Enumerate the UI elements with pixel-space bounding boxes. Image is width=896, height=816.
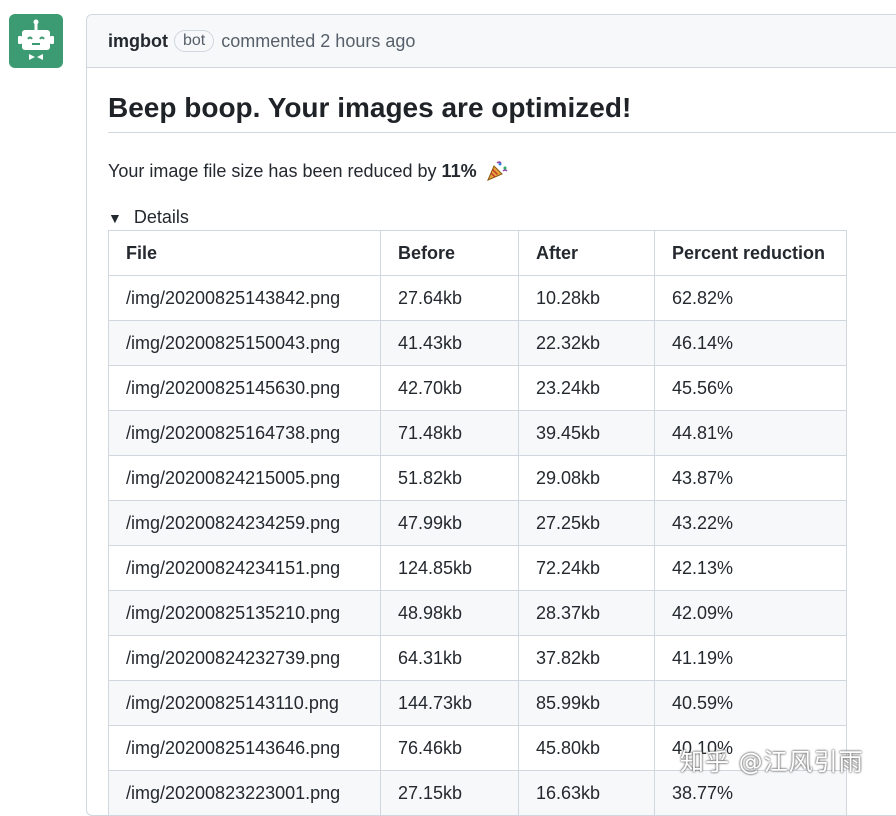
cell-before: 27.15kb	[380, 770, 519, 816]
summary-prefix: Your image file size has been reduced by	[108, 160, 437, 181]
table-row: /img/20200825145630.png 42.70kb 23.24kb …	[108, 365, 847, 411]
cell-percent: 38.77%	[654, 770, 847, 816]
cell-after: 27.25kb	[518, 500, 655, 546]
cell-percent: 42.13%	[654, 545, 847, 591]
cell-before: 48.98kb	[380, 590, 519, 636]
cell-file: /img/20200825143110.png	[108, 680, 381, 726]
party-popper-icon	[486, 161, 508, 181]
cell-file: /img/20200824234151.png	[108, 545, 381, 591]
cell-file: /img/20200824232739.png	[108, 635, 381, 681]
comment-body: Beep boop. Your images are optimized! Yo…	[87, 92, 896, 816]
table-row: /img/20200825150043.png 41.43kb 22.32kb …	[108, 320, 847, 366]
avatar[interactable]	[9, 14, 63, 68]
bot-badge: bot	[174, 30, 215, 52]
cell-after: 39.45kb	[518, 410, 655, 456]
watermark-text: 知乎 @江风引雨	[680, 748, 864, 776]
cell-percent: 42.09%	[654, 590, 847, 636]
table-row: /img/20200824234259.png 47.99kb 27.25kb …	[108, 500, 847, 546]
cell-before: 64.31kb	[380, 635, 519, 681]
details-toggle[interactable]: ▼ Details	[108, 207, 896, 228]
cell-after: 23.24kb	[518, 365, 655, 411]
optimization-table: File Before After Percent reduction /img…	[108, 230, 847, 816]
cell-before: 51.82kb	[380, 455, 519, 501]
cell-after: 28.37kb	[518, 590, 655, 636]
table-row: /img/20200824215005.png 51.82kb 29.08kb …	[108, 455, 847, 501]
cell-file: /img/20200825135210.png	[108, 590, 381, 636]
cell-after: 22.32kb	[518, 320, 655, 366]
cell-percent: 46.14%	[654, 320, 847, 366]
cell-after: 16.63kb	[518, 770, 655, 816]
cell-after: 29.08kb	[518, 455, 655, 501]
cell-after: 10.28kb	[518, 275, 655, 321]
author-link[interactable]: imgbot	[108, 31, 168, 52]
cell-after: 37.82kb	[518, 635, 655, 681]
comment-timestamp[interactable]: commented 2 hours ago	[221, 31, 415, 52]
table-row: /img/20200825143842.png 27.64kb 10.28kb …	[108, 275, 847, 321]
table-row: /img/20200825143110.png 144.73kb 85.99kb…	[108, 680, 847, 726]
summary-value: 11%	[441, 160, 477, 181]
cell-before: 42.70kb	[380, 365, 519, 411]
table-row: /img/20200824232739.png 64.31kb 37.82kb …	[108, 635, 847, 681]
cell-after: 45.80kb	[518, 725, 655, 771]
cell-percent: 44.81%	[654, 410, 847, 456]
header-file: File	[108, 230, 381, 276]
cell-file: /img/20200825150043.png	[108, 320, 381, 366]
triangle-down-icon: ▼	[108, 209, 122, 226]
header-after: After	[518, 230, 655, 276]
cell-after: 85.99kb	[518, 680, 655, 726]
cell-percent: 45.56%	[654, 365, 847, 411]
cell-file: /img/20200823223001.png	[108, 770, 381, 816]
table-row: /img/20200825135210.png 48.98kb 28.37kb …	[108, 590, 847, 636]
cell-percent: 62.82%	[654, 275, 847, 321]
table-row: /img/20200824234151.png 124.85kb 72.24kb…	[108, 545, 847, 591]
comment-title: Beep boop. Your images are optimized!	[108, 92, 896, 133]
cell-file: /img/20200824234259.png	[108, 500, 381, 546]
cell-file: /img/20200824215005.png	[108, 455, 381, 501]
summary-text: Your image file size has been reduced by…	[108, 159, 896, 183]
cell-percent: 43.22%	[654, 500, 847, 546]
cell-file: /img/20200825143842.png	[108, 275, 381, 321]
comment-box: imgbot bot commented 2 hours ago Beep bo…	[86, 14, 896, 816]
table-header-row: File Before After Percent reduction	[108, 230, 847, 276]
cell-file: /img/20200825145630.png	[108, 365, 381, 411]
cell-before: 76.46kb	[380, 725, 519, 771]
cell-before: 144.73kb	[380, 680, 519, 726]
cell-percent: 40.59%	[654, 680, 847, 726]
cell-percent: 41.19%	[654, 635, 847, 681]
cell-before: 124.85kb	[380, 545, 519, 591]
robot-icon	[18, 19, 54, 60]
cell-before: 41.43kb	[380, 320, 519, 366]
cell-after: 72.24kb	[518, 545, 655, 591]
comment-header: imgbot bot commented 2 hours ago	[87, 15, 896, 68]
cell-file: /img/20200825143646.png	[108, 725, 381, 771]
cell-before: 27.64kb	[380, 275, 519, 321]
cell-percent: 43.87%	[654, 455, 847, 501]
details-label: Details	[133, 207, 189, 227]
table-row: /img/20200823223001.png 27.15kb 16.63kb …	[108, 770, 847, 816]
header-percent-reduction: Percent reduction	[654, 230, 847, 276]
cell-file: /img/20200825164738.png	[108, 410, 381, 456]
header-before: Before	[380, 230, 519, 276]
cell-before: 47.99kb	[380, 500, 519, 546]
cell-before: 71.48kb	[380, 410, 519, 456]
table-row: /img/20200825164738.png 71.48kb 39.45kb …	[108, 410, 847, 456]
